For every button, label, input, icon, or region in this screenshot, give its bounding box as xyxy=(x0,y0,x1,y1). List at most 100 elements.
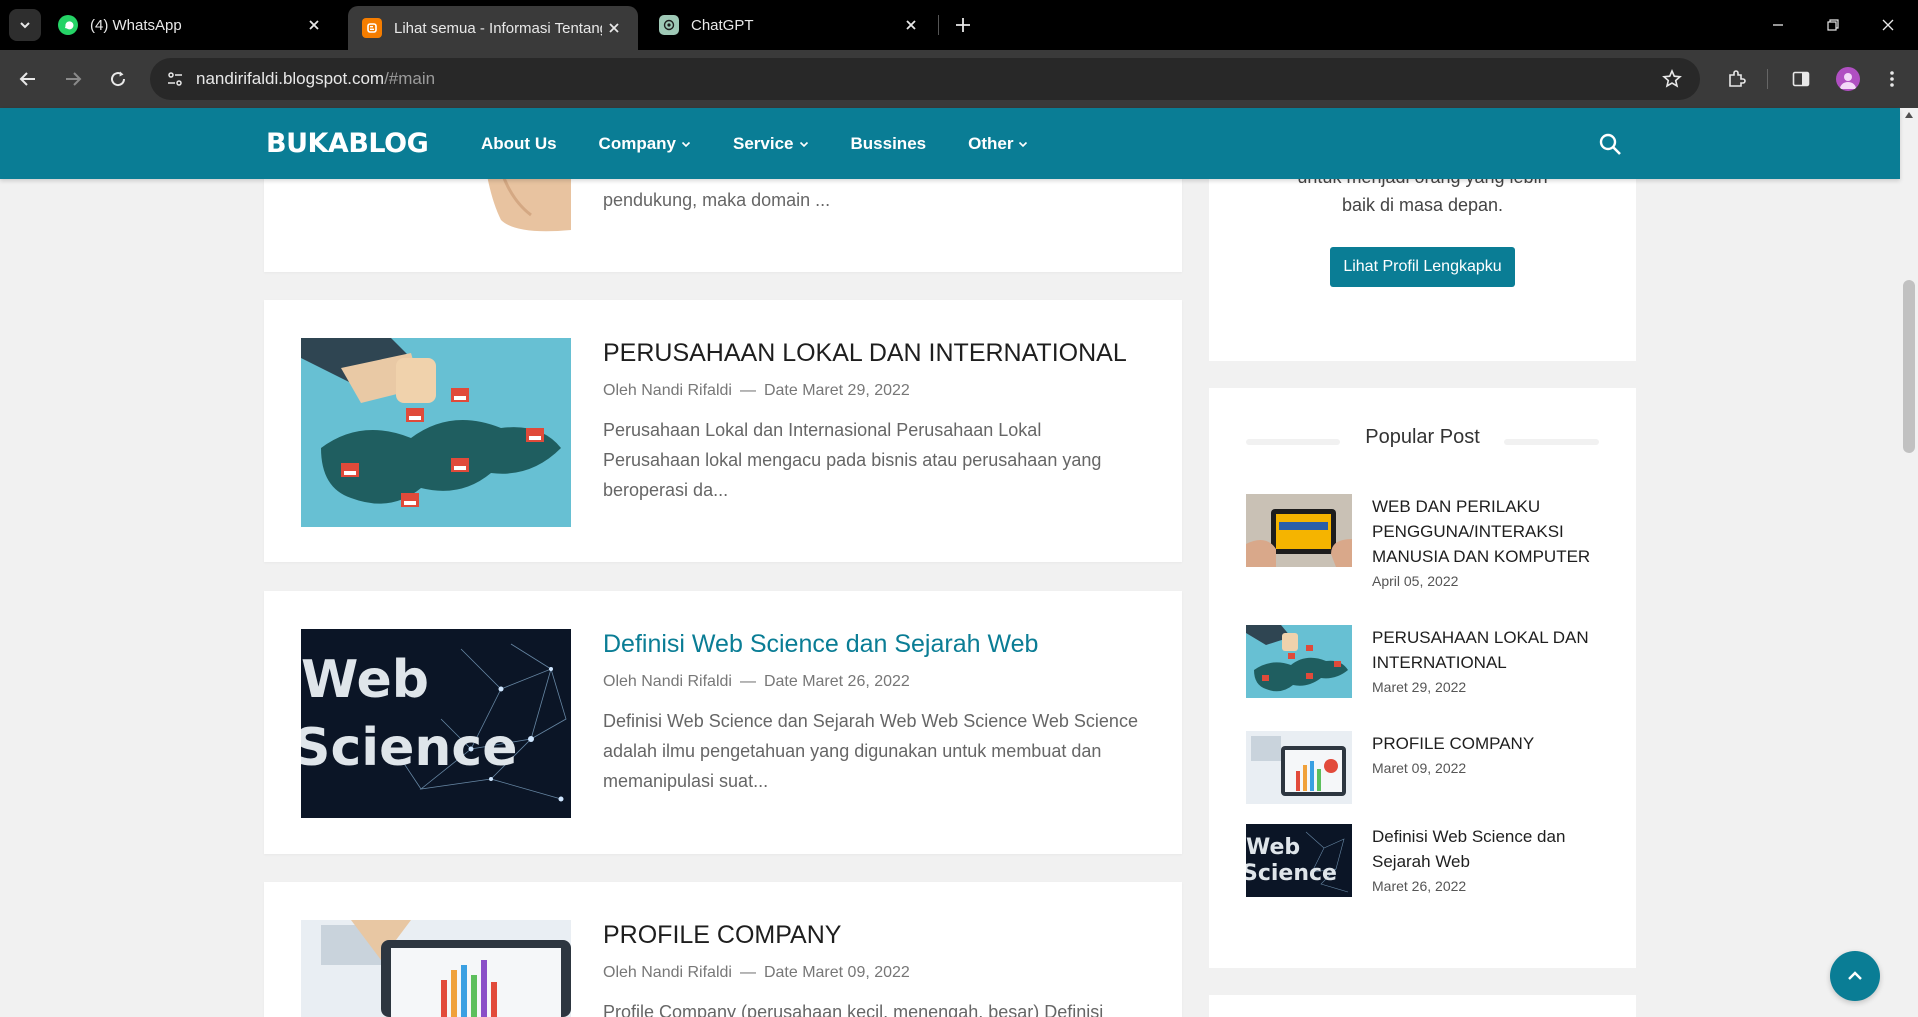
popular-post-thumbnail[interactable] xyxy=(1246,494,1352,567)
popular-post-date: Maret 29, 2022 xyxy=(1372,679,1467,695)
bookmark-star-icon[interactable] xyxy=(1660,67,1684,91)
tab-search-button[interactable] xyxy=(9,9,41,41)
post-meta: Oleh Nandi Rifaldi — Date Maret 29, 2022 xyxy=(603,382,910,400)
post-excerpt: pendukung, maka domain ... xyxy=(603,190,831,210)
post-thumbnail[interactable] xyxy=(301,338,571,527)
extensions-icon[interactable] xyxy=(1722,65,1750,93)
thumb-text-science: Science xyxy=(301,718,517,778)
nav-about-us[interactable]: About Us xyxy=(481,134,557,154)
popular-post-title[interactable]: Definisi Web Science dan Sejarah Web xyxy=(1372,824,1612,874)
url-text: nandirifaldi.blogspot.com/#main xyxy=(196,69,435,89)
nav-label: Bussines xyxy=(850,133,927,153)
post-excerpt: Perusahaan Lokal dan Internasional Perus… xyxy=(603,420,1102,500)
popular-post-item[interactable]: WEB DAN PERILAKU PENGGUNA/INTERAKSI MANU… xyxy=(1246,494,1606,594)
side-panel-icon[interactable] xyxy=(1787,65,1815,93)
tab-title: (4) WhatsApp xyxy=(90,16,182,34)
scroll-up-arrow-icon[interactable] xyxy=(1905,112,1913,118)
post-title[interactable]: PERUSAHAAN LOKAL DAN INTERNATIONAL xyxy=(603,339,1127,368)
arrow-left-icon xyxy=(19,72,35,86)
nav-other[interactable]: Other xyxy=(968,134,1028,154)
close-icon[interactable] xyxy=(899,13,923,37)
more-menu-icon[interactable] xyxy=(1878,65,1906,93)
back-to-top-button[interactable] xyxy=(1830,951,1880,1001)
tab-title: ChatGPT xyxy=(691,16,754,34)
url-path: /#main xyxy=(384,69,436,88)
restore-button[interactable] xyxy=(1818,10,1848,40)
post-date: Date Maret 09, 2022 xyxy=(763,964,910,981)
nav-label: Other xyxy=(968,133,1014,153)
post-date: Date Maret 29, 2022 xyxy=(763,382,910,399)
tab-whatsapp[interactable]: (4) WhatsApp xyxy=(48,6,338,44)
profile-avatar[interactable] xyxy=(1836,67,1860,91)
popular-post-date: April 05, 2022 xyxy=(1372,573,1459,589)
site-info-icon[interactable] xyxy=(160,64,190,94)
nav-bussines[interactable]: Bussines xyxy=(851,134,927,154)
chevron-down-icon xyxy=(1019,141,1028,147)
new-tab-button[interactable] xyxy=(950,12,976,38)
site-logo[interactable]: BUKABLOG xyxy=(266,128,429,159)
popular-post-thumbnail[interactable] xyxy=(1246,731,1352,804)
close-icon[interactable] xyxy=(302,13,326,37)
chevron-down-icon xyxy=(20,22,30,29)
profile-description: baik di masa depan. xyxy=(1209,192,1636,219)
restore-icon xyxy=(1827,19,1839,31)
site-header: BUKABLOG About Us Company Service Bussin… xyxy=(0,108,1900,179)
post-excerpt: Definisi Web Science dan Sejarah Web Web… xyxy=(603,711,1138,791)
chevron-down-icon xyxy=(681,141,691,147)
post-meta: Oleh Nandi Rifaldi — Date Maret 09, 2022 xyxy=(603,964,910,982)
popular-post-date: Maret 26, 2022 xyxy=(1372,878,1467,894)
view-profile-button[interactable]: Lihat Profil Lengkapku xyxy=(1330,247,1515,287)
plus-icon xyxy=(956,18,970,32)
minimize-button[interactable] xyxy=(1763,10,1793,40)
post-author[interactable]: Oleh Nandi Rifaldi xyxy=(603,673,732,690)
arrow-right-icon xyxy=(66,72,82,86)
browser-tab-bar: (4) WhatsApp Lihat semua - Informasi Ten… xyxy=(0,0,1918,50)
minimize-icon xyxy=(1773,24,1783,26)
nav-service[interactable]: Service xyxy=(733,134,809,154)
meta-separator: — xyxy=(739,382,756,399)
tab-title: Lihat semua - Informasi Tentang xyxy=(394,19,602,37)
popular-post-item[interactable]: Web Science Definisi Web Science dan Sej… xyxy=(1246,824,1606,899)
scrollbar-thumb[interactable] xyxy=(1903,280,1915,453)
reload-button[interactable] xyxy=(102,63,134,95)
post-date: Date Maret 26, 2022 xyxy=(763,673,910,690)
tab-blogger[interactable]: Lihat semua - Informasi Tentang xyxy=(348,6,638,50)
back-button[interactable] xyxy=(12,63,44,95)
popular-post-title[interactable]: WEB DAN PERILAKU PENGGUNA/INTERAKSI MANU… xyxy=(1372,494,1612,569)
forward-button[interactable] xyxy=(57,63,89,95)
address-bar[interactable]: nandirifaldi.blogspot.com/#main xyxy=(150,58,1700,100)
whatsapp-icon xyxy=(58,15,78,35)
nav-company[interactable]: Company xyxy=(599,134,691,154)
sidebar-widget xyxy=(1209,995,1636,1017)
thumb-text-science: Science xyxy=(1246,861,1337,886)
post-author[interactable]: Oleh Nandi Rifaldi xyxy=(603,382,732,399)
search-icon[interactable] xyxy=(1596,130,1624,158)
popular-post-item[interactable]: PERUSAHAAN LOKAL DAN INTERNATIONAL Maret… xyxy=(1246,625,1606,700)
post-title[interactable]: Definisi Web Science dan Sejarah Web xyxy=(603,630,1038,659)
blogger-icon xyxy=(362,18,382,38)
post-card: Web Science Definisi Web Science dan Sej… xyxy=(264,591,1182,854)
popular-post-item[interactable]: PROFILE COMPANY Maret 09, 2022 xyxy=(1246,731,1606,806)
post-card: PERUSAHAAN LOKAL DAN INTERNATIONAL Oleh … xyxy=(264,300,1182,562)
post-thumbnail[interactable] xyxy=(301,920,571,1017)
popular-post-thumbnail[interactable] xyxy=(1246,625,1352,698)
toolbar-divider xyxy=(1767,69,1768,89)
popular-post-title[interactable]: PROFILE COMPANY xyxy=(1372,731,1612,756)
popular-post-thumbnail[interactable]: Web Science xyxy=(1246,824,1352,897)
close-window-button[interactable] xyxy=(1873,10,1903,40)
close-icon xyxy=(1882,19,1894,31)
close-icon[interactable] xyxy=(602,16,626,40)
post-card: PROFILE COMPANY Oleh Nandi Rifaldi — Date … xyxy=(264,882,1182,1017)
meta-separator: — xyxy=(739,964,756,981)
thumb-text-web: Web xyxy=(301,650,429,710)
post-meta: Oleh Nandi Rifaldi — Date Maret 26, 2022 xyxy=(603,673,910,691)
tab-chatgpt[interactable]: ChatGPT xyxy=(645,6,935,44)
post-title[interactable]: PROFILE COMPANY xyxy=(603,921,841,950)
popular-post-title[interactable]: PERUSAHAAN LOKAL DAN INTERNATIONAL xyxy=(1372,625,1612,675)
post-author[interactable]: Oleh Nandi Rifaldi xyxy=(603,964,732,981)
url-host: nandirifaldi.blogspot.com xyxy=(196,69,385,88)
popular-post-widget: Popular Post WEB DAN PERILAKU PENGGUNA/I… xyxy=(1209,388,1636,968)
page-scrollbar[interactable] xyxy=(1900,108,1918,1017)
main-navigation: About Us Company Service Bussines Other xyxy=(481,108,1070,179)
post-thumbnail[interactable]: Web Science xyxy=(301,629,571,818)
